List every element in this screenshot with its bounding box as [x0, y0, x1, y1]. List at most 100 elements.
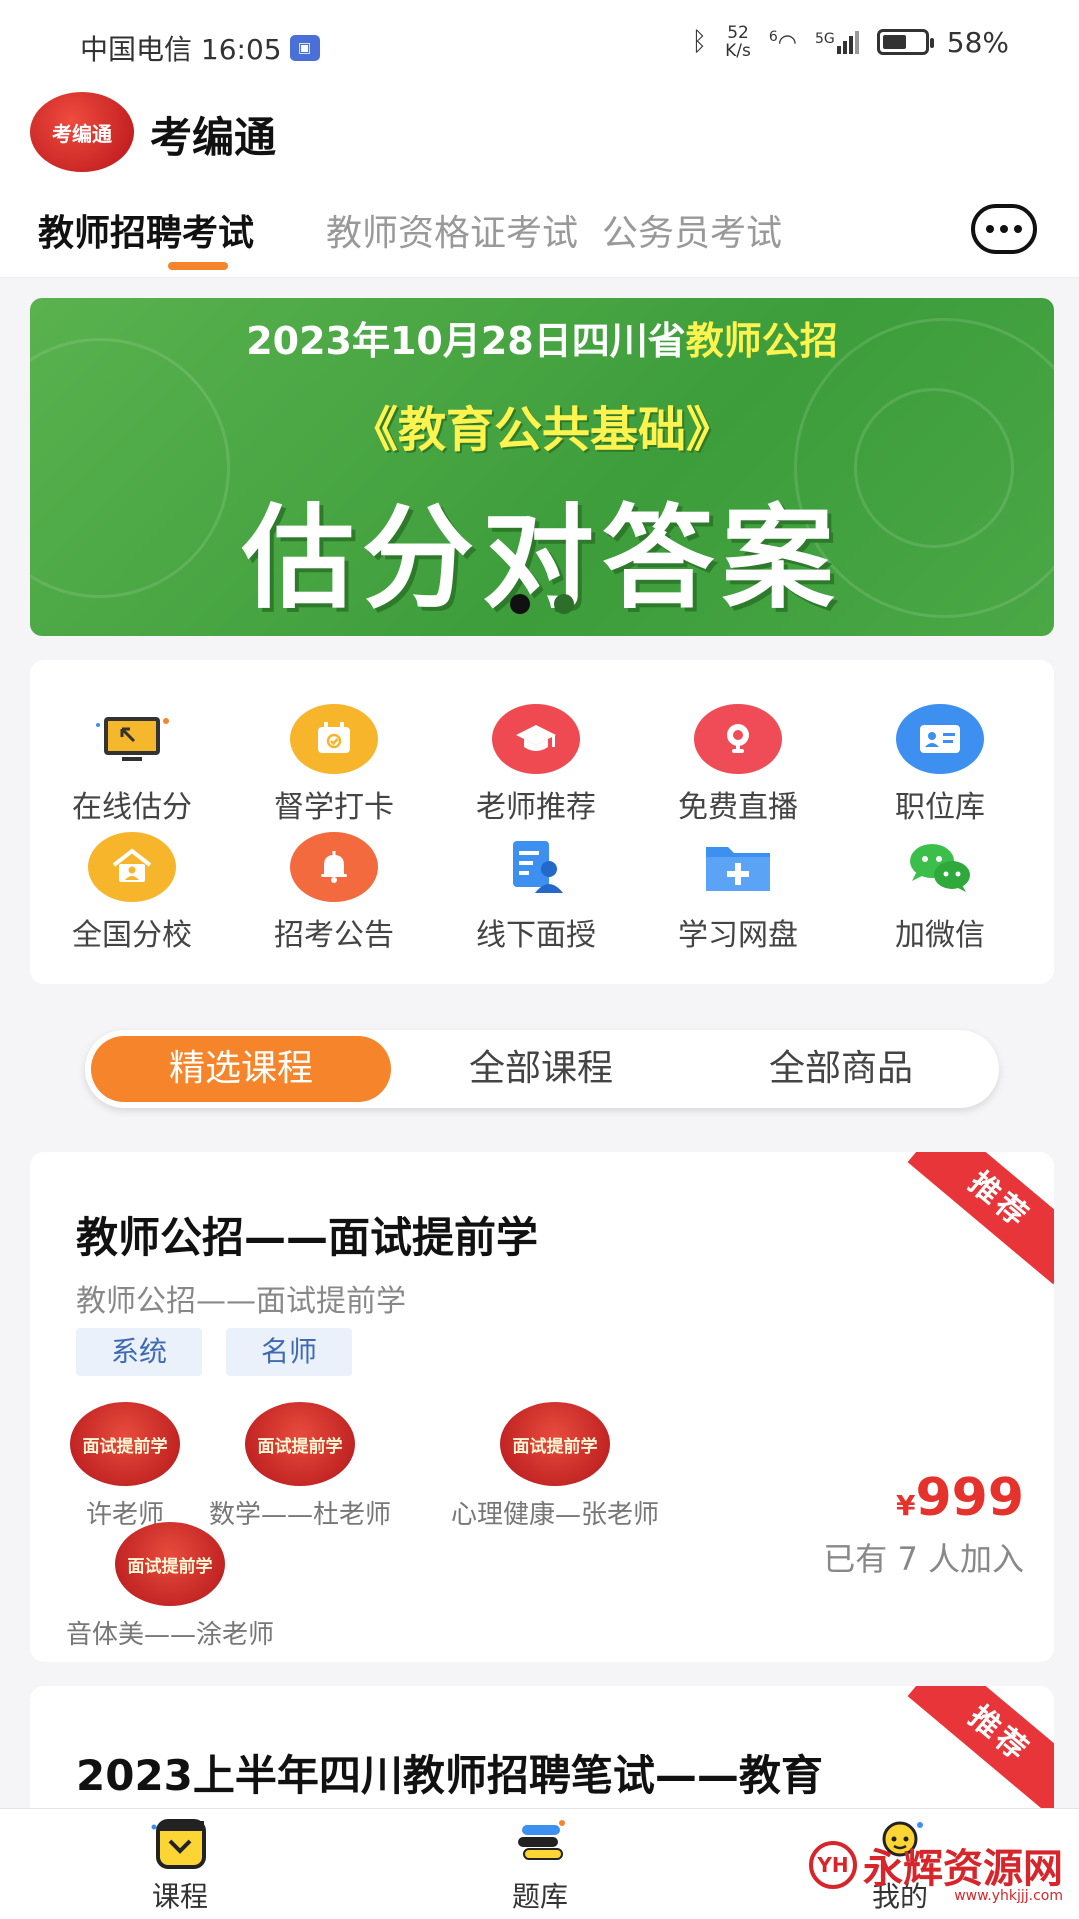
teacher-name: 音体美——涂老师 [65, 1620, 274, 1650]
active-tab-indicator [168, 262, 228, 270]
banner-dot[interactable] [554, 594, 574, 614]
grid-label: 加微信 [895, 918, 985, 953]
battery-percent: 58% [946, 25, 1009, 59]
bluetooth-icon: ᛒ [691, 27, 708, 57]
grid-item-free-live[interactable]: 免费直播 [648, 704, 828, 826]
teacher-name: 心理健康—张老师 [450, 1500, 659, 1530]
banner-line-2: 《教育公共基础》 [349, 402, 734, 458]
category-tabs: 教师招聘考试 教师资格证考试 公务员考试 [0, 182, 1079, 278]
folder-plus-icon [694, 832, 782, 902]
grid-label: 督学打卡 [274, 790, 394, 825]
course-card[interactable]: 推荐 教师公招——面试提前学 教师公招——面试提前学 系统 名师 面试提前学 许… [30, 1152, 1054, 1662]
app-logo: 考编通 [30, 92, 134, 172]
grid-label: 全国分校 [72, 918, 192, 953]
wifi-label: 6 [768, 28, 778, 45]
teacher-item[interactable]: 面试提前学 许老师 [70, 1402, 180, 1531]
more-tabs-button[interactable] [971, 204, 1037, 254]
tab-teacher-certificate[interactable]: 教师资格证考试 [326, 204, 578, 256]
course-price: ¥999 [896, 1468, 1024, 1528]
banner-dot-active[interactable] [510, 594, 530, 614]
watermark-url: www.yhkjjj.com [954, 1888, 1063, 1904]
notification-app-icon: ▣ [289, 35, 320, 61]
banner-line-1: 2023年10月28日四川省教师公招 [30, 310, 1054, 365]
wechat-icon [896, 832, 984, 902]
grid-item-exam-notice[interactable]: 招考公告 [244, 832, 424, 954]
site-watermark: YH 永辉资源网 www.yhkjjj.com [809, 1836, 1063, 1904]
bell-icon [290, 832, 378, 902]
course-filter-segment: 精选课程 全部课程 全部商品 [85, 1030, 999, 1108]
logo-text: 考编通 [52, 121, 112, 146]
course-title: 教师公招——面试提前学 [76, 1213, 539, 1262]
teacher-avatar: 面试提前学 [500, 1402, 610, 1486]
enrollment-count: 已有 7 人加入 [823, 1540, 1024, 1578]
tab-civil-servant[interactable]: 公务员考试 [602, 204, 782, 256]
course-title: 2023上半年四川教师招聘笔试——教育 [76, 1751, 823, 1800]
grid-label: 线下面授 [476, 918, 596, 953]
id-card-icon [896, 704, 984, 774]
grid-item-teacher-recommend[interactable]: 老师推荐 [446, 704, 626, 826]
course-icon [150, 1817, 210, 1873]
teacher-avatar: 面试提前学 [245, 1402, 355, 1486]
grid-label: 老师推荐 [476, 790, 596, 825]
banner-date: 2023年10月28日四川省 [246, 319, 686, 363]
dot-icon [986, 225, 994, 233]
grid-item-online-score[interactable]: 在线估分 [42, 704, 222, 826]
segment-all-courses[interactable]: 全部课程 [391, 1030, 691, 1108]
course-tag: 系统 [76, 1328, 202, 1376]
teacher-avatar: 面试提前学 [115, 1522, 225, 1606]
webcam-icon [694, 704, 782, 774]
app-header: 考编通 考编通 [0, 88, 1079, 182]
avatar-text: 面试提前学 [127, 1556, 213, 1577]
grid-item-job-library[interactable]: 职位库 [850, 704, 1030, 826]
dot-icon [1014, 225, 1022, 233]
grid-item-branch-schools[interactable]: 全国分校 [42, 832, 222, 954]
question-bank-icon [510, 1817, 570, 1873]
grid-item-offline-class[interactable]: 线下面授 [446, 832, 626, 954]
grid-item-add-wechat[interactable]: 加微信 [850, 832, 1030, 954]
teacher-avatar: 面试提前学 [70, 1402, 180, 1486]
cell-signal-icon: 5G [815, 30, 859, 54]
status-bar: 中国电信 16:05 ▣ ᛒ 52 K/s 6◠ 5G 58% [0, 0, 1079, 88]
teacher-item[interactable]: 面试提前学 数学——杜老师 [200, 1402, 400, 1531]
recommend-ribbon: 推荐 [907, 1152, 1054, 1285]
nav-question-bank[interactable]: 题库 [470, 1817, 610, 1915]
avatar-text: 面试提前学 [512, 1436, 598, 1457]
quick-access-grid: 在线估分 督学打卡 老师推荐 免费直播 职位库 全国分校 招考公告 线下面授 学… [30, 660, 1054, 984]
price-amount: 999 [915, 1468, 1024, 1528]
segment-all-products[interactable]: 全部商品 [691, 1030, 991, 1108]
tabs-fade [899, 182, 959, 276]
promo-banner[interactable]: 2023年10月28日四川省教师公招 《教育公共基础》 估分对答案 [30, 298, 1054, 636]
grid-label: 在线估分 [72, 790, 192, 825]
tab-teacher-recruitment[interactable]: 教师招聘考试 [38, 204, 254, 256]
teacher-document-icon [492, 832, 580, 902]
recommend-ribbon: 推荐 [907, 1686, 1054, 1819]
grid-label: 职位库 [895, 790, 985, 825]
grid-item-study-cloud[interactable]: 学习网盘 [648, 832, 828, 954]
price-currency: ¥ [895, 1489, 916, 1522]
status-right: ᛒ 52 K/s 6◠ 5G 58% [692, 24, 1009, 60]
school-house-icon [88, 832, 176, 902]
nav-label: 题库 [511, 1880, 568, 1913]
banner-pagination [30, 594, 1054, 614]
grid-label: 招考公告 [274, 918, 394, 953]
monitor-icon [88, 704, 176, 774]
net-speed: 52 K/s [725, 24, 751, 60]
teacher-item[interactable]: 面试提前学 心理健康—张老师 [440, 1402, 670, 1531]
grid-label: 学习网盘 [678, 918, 798, 953]
segment-featured-courses[interactable]: 精选课程 [91, 1036, 391, 1102]
wifi-icon: 6◠ [768, 28, 797, 56]
battery-icon [876, 29, 934, 55]
carrier-time: 中国电信 16:05 [80, 33, 282, 66]
avatar-text: 面试提前学 [257, 1436, 343, 1457]
nav-label: 课程 [151, 1880, 208, 1913]
teacher-item[interactable]: 面试提前学 音体美——涂老师 [60, 1522, 280, 1651]
course-subtitle: 教师公招——面试提前学 [76, 1284, 406, 1319]
app-name: 考编通 [150, 113, 277, 162]
watermark-logo: YH [809, 1841, 857, 1889]
net-speed-value: 52 [727, 23, 749, 43]
grid-item-study-checkin[interactable]: 督学打卡 [244, 704, 424, 826]
watermark-text: 永辉资源网 [863, 1846, 1063, 1892]
avatar-text: 面试提前学 [82, 1436, 168, 1457]
nav-courses[interactable]: 课程 [110, 1817, 250, 1915]
status-left: 中国电信 16:05 ▣ [80, 28, 320, 68]
